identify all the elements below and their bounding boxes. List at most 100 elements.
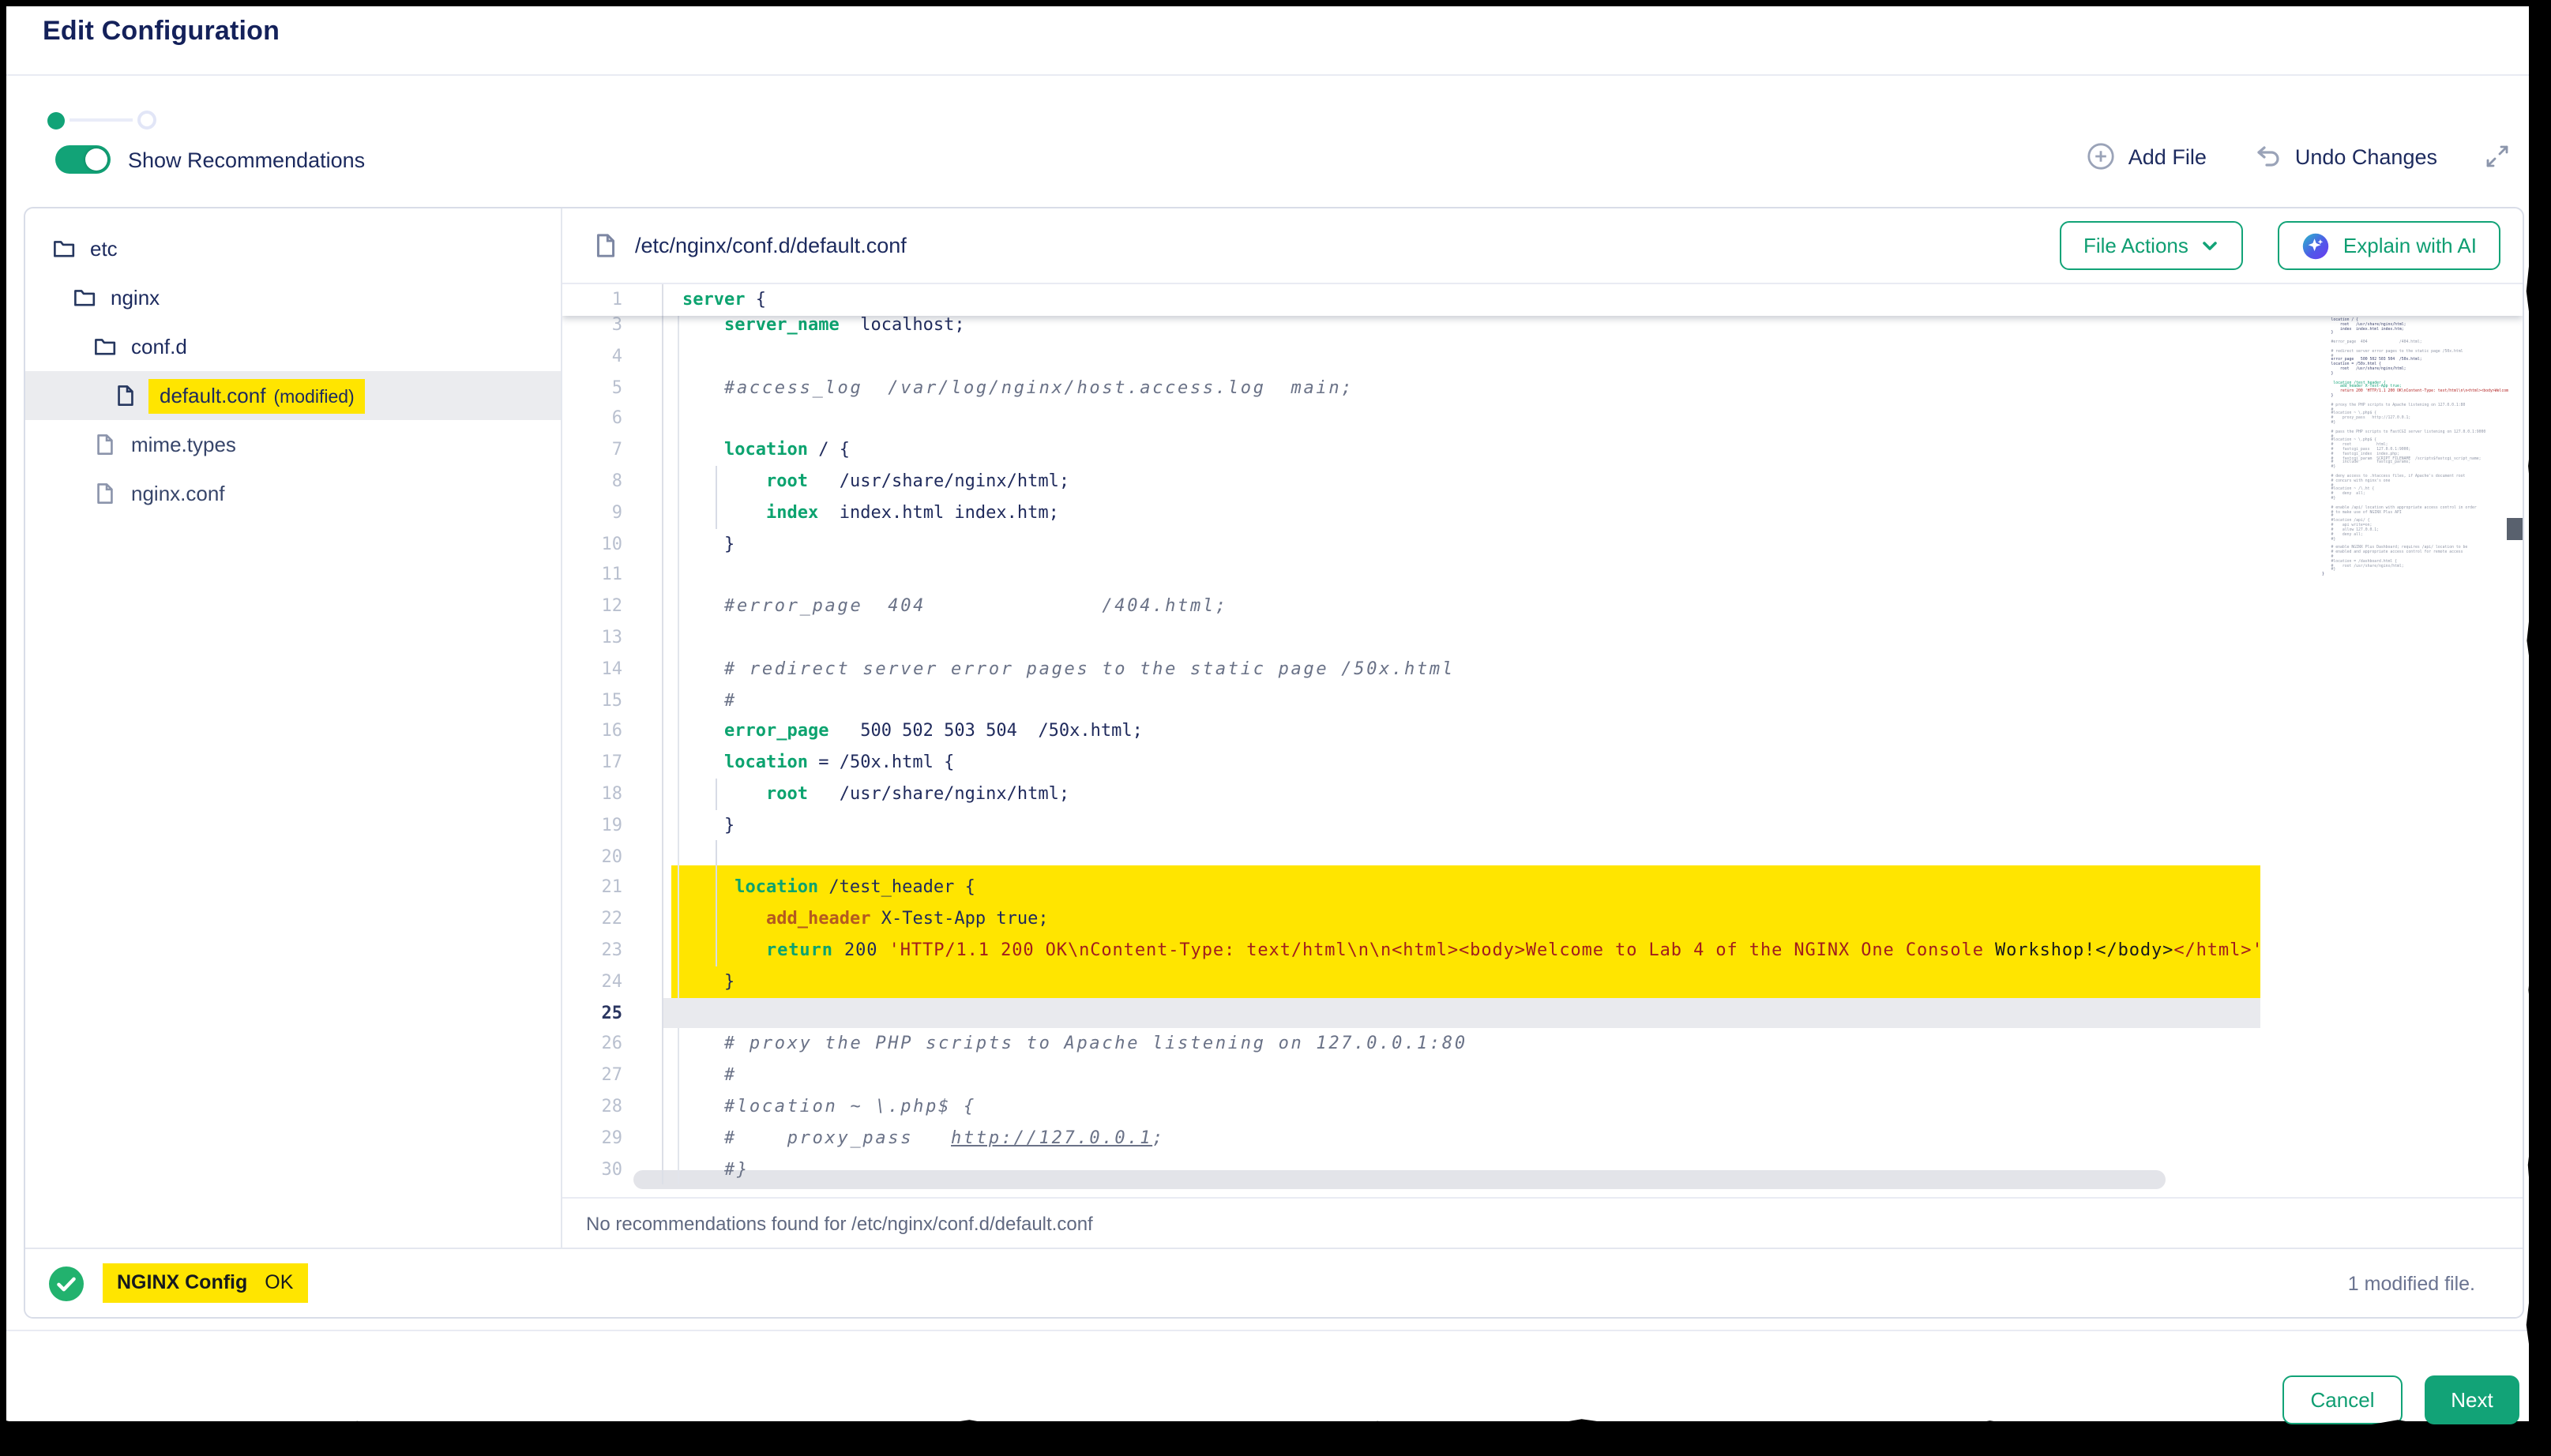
folder-icon [52,237,76,261]
minimap[interactable]: server { listen 80 default_server; serve… [2322,292,2508,1184]
line-number: 8 [562,466,663,497]
line-number: 9 [562,497,663,529]
explain-with-ai-button[interactable]: Explain with AI [2279,221,2500,270]
modified-file-highlight: default.conf(modified) [148,378,366,413]
cancel-button[interactable]: Cancel [2282,1375,2403,1424]
code-line-8[interactable]: 8root /usr/share/nginx/html; [562,466,2260,497]
code-line-14[interactable]: 14# redirect server error pages to the s… [562,654,2260,685]
code-line-20[interactable]: 20 [562,841,2260,872]
code-line-19[interactable]: 19} [562,810,2260,842]
line-number: 21 [562,872,663,904]
undo-changes-label: Undo Changes [2295,144,2437,168]
page-title: Edit Configuration [43,16,280,47]
line-number: 20 [562,841,663,872]
code-line-5[interactable]: 5#access_log /var/log/nginx/host.access.… [562,372,2260,403]
code-line-15[interactable]: 15# [562,685,2260,716]
step-1-indicator[interactable] [47,111,65,129]
vertical-scrollbar-thumb[interactable] [2507,518,2523,540]
line-number: 25 [562,997,663,1029]
line-number: 24 [562,966,663,997]
expand-icon [2485,144,2510,169]
code-line-6[interactable]: 6 [562,403,2260,435]
line-number: 7 [562,434,663,466]
file-icon [93,482,117,505]
code-line-30[interactable]: 30#} [562,1154,2260,1185]
next-button[interactable]: Next [2425,1375,2519,1424]
line-number: 15 [562,685,663,716]
tree-item-conf.d[interactable]: conf.d [25,322,561,371]
line-number: 30 [562,1154,663,1185]
line-number: 13 [562,622,663,654]
recommendations-bar: No recommendations found for /etc/nginx/… [562,1197,2523,1248]
code-line-24[interactable]: 24} [562,966,2260,997]
sticky-code-line[interactable]: 1 server { [562,284,2523,316]
line-number: 22 [562,903,663,935]
code-line-13[interactable]: 13 [562,622,2260,654]
code-line-25[interactable]: 25 [562,997,2260,1029]
tree-item-label: nginx [111,286,160,310]
line-number: 16 [562,716,663,748]
explain-with-ai-label: Explain with AI [2343,234,2477,257]
code-line-16[interactable]: 16error_page 500 502 503 504 /50x.html; [562,716,2260,748]
tree-item-etc[interactable]: etc [25,224,561,273]
tree-item-label: nginx.conf [131,482,225,505]
code-line-18[interactable]: 18root /usr/share/nginx/html; [562,779,2260,810]
line-number: 27 [562,1060,663,1091]
code-line-10[interactable]: 10} [562,528,2260,560]
tree-item-nginx[interactable]: nginx [25,273,561,322]
file-icon [114,384,137,407]
undo-changes-button[interactable]: Undo Changes [2254,142,2437,171]
show-recommendations-label: Show Recommendations [128,148,365,171]
show-recommendations-toggle[interactable] [55,145,111,174]
tree-item-mime.types[interactable]: mime.types [25,420,561,469]
code-line-29[interactable]: 29# proxy_pass http://127.0.0.1; [562,1122,2260,1154]
code-line-4[interactable]: 4 [562,341,2260,373]
line-number: 17 [562,747,663,779]
footer-actions: Cancel Next [2282,1375,2519,1424]
tree-item-label: conf.d [131,335,187,358]
minimap-line: return 200 'HTTP/1.1 200 OK\nContent-Typ… [2322,390,2508,395]
code-line-22[interactable]: 22add_header X-Test-App true; [562,903,2260,935]
line-number: 11 [562,560,663,591]
undo-icon [2254,142,2282,171]
code-line-17[interactable]: 17location = /50x.html { [562,747,2260,779]
expand-button[interactable] [2485,144,2510,169]
step-2-indicator[interactable] [137,111,156,129]
file-icon [93,433,117,456]
wizard-stepper [47,111,156,129]
line-number: 28 [562,1091,663,1123]
code-line-9[interactable]: 9index index.html index.htm; [562,497,2260,529]
panel-top: etc nginx conf.d default.conf(modified) mime… [25,208,2523,1248]
plus-circle-icon [2087,142,2116,171]
code-line-27[interactable]: 27# [562,1060,2260,1091]
code-line-23[interactable]: 23return 200 'HTTP/1.1 200 OK\nContent-T… [562,935,2260,966]
screenshot-edge-top [0,0,2551,6]
sticky-line-number: 1 [562,284,663,316]
tree-item-nginx.conf[interactable]: nginx.conf [25,469,561,518]
line-number: 18 [562,779,663,810]
folder-icon [73,286,96,310]
code-line-26[interactable]: 26# proxy the PHP scripts to Apache list… [562,1029,2260,1060]
line-number: 19 [562,810,663,842]
tree-item-default.conf[interactable]: default.conf(modified) [25,371,561,420]
file-actions-button[interactable]: File Actions [2060,221,2244,270]
add-file-button[interactable]: Add File [2087,142,2207,171]
file-header: /etc/nginx/conf.d/default.conf File Acti… [562,208,2523,284]
code-line-28[interactable]: 28#location ~ \.php$ { [562,1091,2260,1123]
code-line-11[interactable]: 11 [562,560,2260,591]
check-circle-icon [49,1266,84,1300]
ai-sparkle-icon [2302,231,2331,260]
line-number: 14 [562,654,663,685]
code-line-7[interactable]: 7location / { [562,434,2260,466]
top-controls: Add File Undo Changes [2087,142,2510,171]
nginx-config-value: OK [265,1271,293,1293]
line-number: 23 [562,935,663,966]
sticky-keyword: server [682,289,746,310]
code-line-21[interactable]: 21location /test_header { [562,872,2260,904]
file-icon [592,232,619,259]
nginx-config-label: NGINX Config [117,1271,247,1293]
tree-item-label: mime.types [131,433,236,456]
code-line-12[interactable]: 12#error_page 404 /404.html; [562,591,2260,622]
toggle-knob [85,148,107,171]
code-editor[interactable]: 3server_name localhost;45#access_log /va… [562,284,2523,1197]
